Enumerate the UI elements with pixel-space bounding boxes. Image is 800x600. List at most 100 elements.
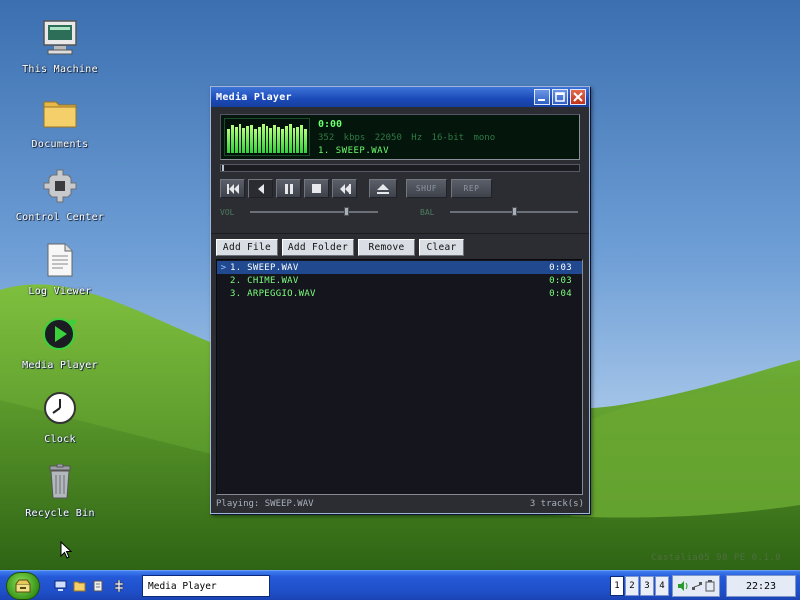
quicklaunch-files-button[interactable] [72, 579, 86, 593]
desktop-icon-recycle-bin[interactable]: Recycle Bin [10, 462, 110, 519]
desktop-icon-label: Log Viewer [28, 286, 92, 297]
desktop-icon-control-center[interactable]: Control Center [10, 166, 110, 223]
quicklaunch-settings-button[interactable] [112, 579, 126, 593]
seek-bar[interactable] [220, 164, 580, 172]
stop-icon [312, 184, 321, 193]
spectrum-bar [246, 125, 250, 153]
desktop-icon-this-machine[interactable]: This Machine [10, 18, 110, 75]
lcd-display: 0:00 352 kbps 22050 Hz 16-bit mono 1. SW… [220, 114, 580, 160]
desktop-icon-documents[interactable]: Documents [10, 93, 110, 150]
spectrum-bar [277, 126, 281, 153]
playing-status: Playing: SWEEP.WAV [216, 499, 314, 509]
volume-handle[interactable] [344, 207, 349, 216]
add-file-button[interactable]: Add File [216, 239, 278, 256]
maximize-icon [555, 92, 565, 102]
balance-handle[interactable] [512, 207, 517, 216]
mouse-cursor-icon [60, 541, 72, 559]
desktop-icon-clock[interactable]: Clock [10, 388, 110, 445]
pause-icon [284, 183, 293, 194]
minimize-icon [538, 99, 545, 101]
playlist[interactable]: > 1. SWEEP.WAV 0:03 2. CHIME.WAV 0:03 3.… [216, 259, 583, 495]
workspace-3[interactable]: 3 [640, 576, 654, 596]
taskbar-clock[interactable]: 22:23 [726, 575, 796, 597]
eject-icon [377, 183, 389, 194]
quicklaunch-log-button[interactable] [91, 579, 105, 593]
playlist-row[interactable]: 3. ARPEGGIO.WAV 0:04 [217, 287, 582, 300]
repeat-button[interactable]: REP [451, 179, 492, 198]
clock-icon [40, 388, 80, 428]
pause-button[interactable] [276, 179, 301, 198]
desktop-icon-label: Documents [31, 139, 89, 150]
minimize-button[interactable] [534, 89, 550, 105]
system-tray [672, 575, 720, 597]
spectrum-bar [296, 126, 300, 153]
spectrum-bar [300, 124, 304, 153]
shuffle-button[interactable]: SHUF [406, 179, 447, 198]
divider [211, 233, 589, 234]
desktop-icon-log-viewer[interactable]: Log Viewer [10, 240, 110, 297]
add-folder-button[interactable]: Add Folder [282, 239, 354, 256]
spectrum-bar [304, 128, 308, 153]
clear-button[interactable]: Clear [419, 239, 464, 256]
eject-button[interactable] [369, 179, 397, 198]
track-title: 3. ARPEGGIO.WAV [230, 288, 316, 299]
volume-icon[interactable] [677, 580, 689, 592]
media-player-window[interactable]: Media Player 0:00 352 kbps 22050 Hz 16-b… [210, 86, 590, 514]
next-button[interactable] [332, 179, 357, 198]
spectrum-bar [250, 124, 254, 153]
elapsed-time: 0:00 [318, 119, 343, 130]
gear-icon [40, 166, 80, 206]
stop-button[interactable] [304, 179, 329, 198]
desktop-icon-label: Control Center [15, 212, 105, 223]
track-count: 3 track(s) [529, 499, 584, 509]
media-player-icon [40, 314, 80, 354]
start-button[interactable] [6, 572, 40, 600]
window-title: Media Player [216, 91, 292, 103]
playlist-row[interactable]: > 1. SWEEP.WAV 0:03 [217, 261, 582, 274]
folder-icon [73, 581, 85, 592]
previous-button[interactable] [220, 179, 245, 198]
gear-icon [114, 580, 124, 592]
track-duration: 0:03 [549, 275, 572, 286]
desktop-icon-label: Recycle Bin [25, 508, 95, 519]
spectrum-bar [238, 123, 242, 153]
spectrum-bar [288, 123, 292, 153]
spectrum-bar [227, 128, 230, 153]
network-icon[interactable] [691, 580, 703, 592]
track-duration: 0:03 [549, 262, 572, 273]
battery-icon[interactable] [705, 580, 715, 592]
track-title: 1. SWEEP.WAV [230, 262, 299, 273]
remove-button[interactable]: Remove [358, 239, 415, 256]
play-reverse-icon [257, 183, 264, 194]
spectrum-bar [273, 124, 277, 153]
taskbar: Media Player 1 2 3 4 22:23 [0, 570, 800, 600]
play-button[interactable] [248, 179, 273, 198]
desktop-icon-media-player[interactable]: Media Player [10, 314, 110, 371]
status-bar: Playing: SWEEP.WAV 3 track(s) [216, 497, 584, 511]
spectrum-bar [230, 124, 234, 153]
spectrum-bar [242, 127, 246, 153]
volume-slider[interactable] [250, 211, 378, 213]
maximize-button[interactable] [552, 89, 568, 105]
window-titlebar[interactable]: Media Player [211, 87, 589, 107]
document-icon [40, 240, 80, 280]
seek-handle[interactable] [222, 165, 224, 171]
workspace-2[interactable]: 2 [625, 576, 639, 596]
spectrum-bar [261, 123, 265, 153]
spectrum-visualizer [224, 118, 310, 156]
show-desktop-button[interactable] [53, 579, 67, 593]
track-duration: 0:04 [549, 288, 572, 299]
spectrum-bar [257, 126, 261, 153]
start-logo-icon [15, 579, 31, 593]
taskbar-item-media-player[interactable]: Media Player [142, 575, 270, 597]
workspace-4[interactable]: 4 [655, 576, 669, 596]
playlist-row[interactable]: 2. CHIME.WAV 0:03 [217, 274, 582, 287]
close-button[interactable] [570, 89, 586, 105]
document-icon [93, 580, 103, 592]
spectrum-bar [284, 125, 288, 153]
workspace-1[interactable]: 1 [610, 576, 624, 596]
spectrum-bar [292, 127, 296, 153]
trash-icon [40, 462, 80, 502]
desktop-icon-label: This Machine [22, 64, 98, 75]
monitor-icon [54, 580, 66, 591]
